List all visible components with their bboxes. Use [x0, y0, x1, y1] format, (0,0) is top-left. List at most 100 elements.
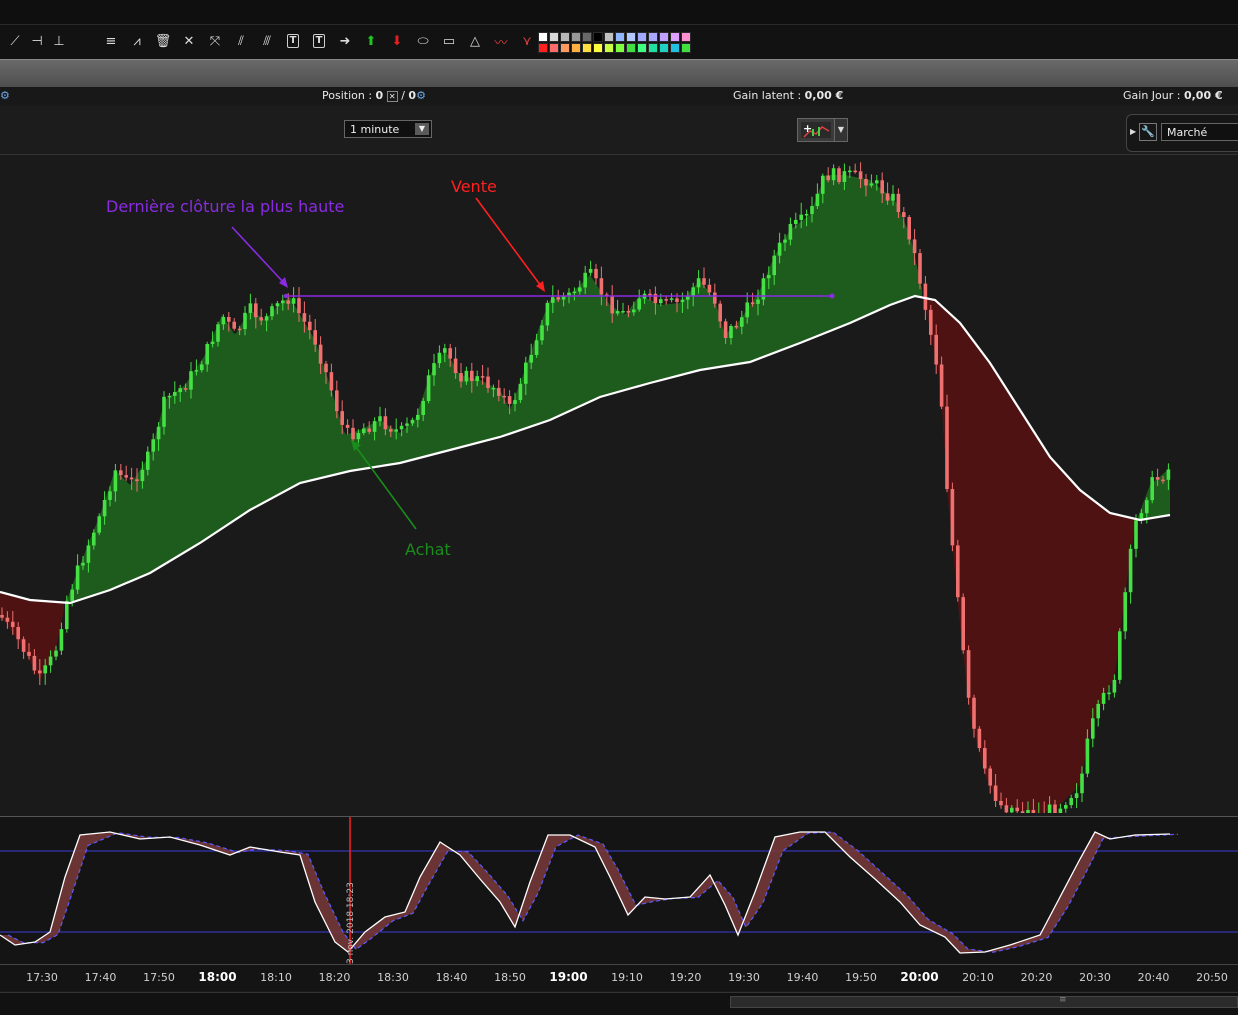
- color-swatch-top-13[interactable]: [681, 32, 691, 42]
- pattern2-icon[interactable]: ⋎: [516, 30, 538, 52]
- color-swatch-top-3[interactable]: [571, 32, 581, 42]
- color-swatch-top-9[interactable]: [637, 32, 647, 42]
- chevron-down-icon[interactable]: ▼: [415, 123, 429, 135]
- color-swatch-top-8[interactable]: [626, 32, 636, 42]
- candle-body: [437, 352, 442, 364]
- time-tick-label: 18:30: [377, 971, 409, 984]
- order-type-select[interactable]: Marché: [1161, 123, 1238, 141]
- color-swatch-bottom-7[interactable]: [615, 43, 625, 53]
- trash-icon-glyph: 🗑: [154, 33, 172, 49]
- rectangle-icon[interactable]: ▭: [438, 30, 460, 52]
- zigzag-icon[interactable]: ⩘: [126, 30, 148, 52]
- candle-body: [497, 387, 501, 396]
- text-icon[interactable]: T: [282, 30, 304, 52]
- gear-icon[interactable]: ⚙: [0, 89, 10, 102]
- time-tick-label: 19:50: [845, 971, 877, 984]
- color-swatch-bottom-8[interactable]: [626, 43, 636, 53]
- candle-body: [16, 627, 20, 640]
- candle-body: [799, 214, 803, 220]
- color-swatch-bottom-4[interactable]: [582, 43, 592, 53]
- color-swatch-bottom-6[interactable]: [604, 43, 614, 53]
- arrow-up-green-icon[interactable]: ⬆: [360, 30, 382, 52]
- color-swatch-bottom-5[interactable]: [593, 43, 603, 53]
- color-swatch-top-4[interactable]: [582, 32, 592, 42]
- arrow-cross-icon[interactable]: ⤧: [204, 30, 226, 52]
- candle-body: [659, 299, 663, 304]
- color-swatch-top-2[interactable]: [560, 32, 570, 42]
- color-swatch-bottom-12[interactable]: [670, 43, 680, 53]
- color-swatch-bottom-3[interactable]: [571, 43, 581, 53]
- arrow-right-icon[interactable]: ➜: [334, 30, 356, 52]
- candle-body: [583, 272, 587, 288]
- stochastic-oscillator-panel[interactable]: [0, 816, 1238, 965]
- price-chart[interactable]: Dernière clôture la plus haute Vente Ach…: [0, 155, 1238, 817]
- highest-close-end-point: [829, 293, 835, 299]
- color-swatch-top-5[interactable]: [593, 32, 603, 42]
- candle-body: [232, 321, 236, 329]
- candle-body: [551, 297, 555, 303]
- tools-icon-glyph: ✕: [183, 33, 195, 49]
- channel-icon[interactable]: ⫽: [230, 30, 252, 52]
- candle-body: [983, 748, 987, 769]
- candle-body: [1010, 807, 1014, 813]
- color-swatch-bottom-10[interactable]: [648, 43, 658, 53]
- pattern-icon-glyph: 〰: [494, 35, 508, 51]
- candle-body: [70, 589, 74, 601]
- pattern2-icon-glyph: ⋎: [522, 33, 532, 49]
- candle-body: [988, 768, 992, 786]
- color-swatch-top-0[interactable]: [538, 32, 548, 42]
- text-anchor-icon[interactable]: T: [308, 30, 330, 52]
- candle-body: [1031, 809, 1036, 817]
- candle-body: [48, 656, 53, 666]
- triangle-icon[interactable]: △: [464, 30, 486, 52]
- candle-body: [156, 426, 161, 440]
- scrollbar-thumb[interactable]: ≡: [730, 995, 1238, 1008]
- trash-icon[interactable]: 🗑: [152, 30, 174, 52]
- highest-close-annotation: Dernière clôture la plus haute: [106, 197, 345, 216]
- color-swatch-top-6[interactable]: [604, 32, 614, 42]
- candle-body: [1101, 692, 1106, 704]
- arrow-down-red-icon[interactable]: ⬇: [386, 30, 408, 52]
- chart-header-bar: [0, 59, 1238, 88]
- color-swatch-bottom-1[interactable]: [549, 43, 559, 53]
- expand-panel-icon[interactable]: ▶: [1130, 127, 1136, 136]
- add-indicator-button[interactable]: +: [797, 118, 835, 142]
- cursor-date-label: 3 nov. 2018 18:23: [346, 882, 356, 964]
- time-axis[interactable]: 17:30 17:40 17:50 18:00 18:10 18:20 18:30 18:40…: [0, 964, 1238, 991]
- color-swatch-top-1[interactable]: [549, 32, 559, 42]
- line-tool-icon[interactable]: ⟋: [4, 30, 26, 52]
- candle-body: [59, 629, 64, 651]
- color-swatch-bottom-11[interactable]: [659, 43, 669, 53]
- vertical-line-icon[interactable]: ⊥: [48, 30, 70, 52]
- color-swatch-bottom-9[interactable]: [637, 43, 647, 53]
- color-swatch-bottom-13[interactable]: [681, 43, 691, 53]
- candle-body: [432, 363, 436, 376]
- time-tick-label: 18:00: [198, 970, 237, 984]
- candle-body: [189, 371, 193, 390]
- candle-body: [27, 651, 31, 656]
- color-swatch-top-10[interactable]: [648, 32, 658, 42]
- close-position-icon[interactable]: ✕: [386, 90, 398, 102]
- timeframe-select[interactable]: 1 minute ▼: [344, 120, 432, 138]
- candle-body: [464, 370, 469, 382]
- fibonacci-icon[interactable]: ≡: [100, 30, 122, 52]
- candle-body: [1150, 477, 1154, 501]
- ellipse-icon[interactable]: ⬭: [412, 30, 434, 52]
- color-swatch-top-11[interactable]: [659, 32, 669, 42]
- pattern-icon[interactable]: 〰: [490, 30, 512, 52]
- candle-body: [237, 328, 242, 331]
- candle-body: [1064, 805, 1068, 809]
- color-swatch-bottom-2[interactable]: [560, 43, 570, 53]
- wrench-icon[interactable]: 🔧: [1139, 123, 1157, 141]
- tools-icon[interactable]: ✕: [178, 30, 200, 52]
- indicator-dropdown-chevron-icon[interactable]: ▼: [834, 118, 848, 142]
- parallel-lines-icon[interactable]: ⫻: [256, 30, 278, 52]
- color-swatch-top-12[interactable]: [670, 32, 680, 42]
- position-settings-gear-icon[interactable]: ⚙: [416, 89, 426, 102]
- candle-body: [410, 419, 415, 424]
- candle-body: [102, 499, 107, 517]
- color-swatch-bottom-0[interactable]: [538, 43, 548, 53]
- color-swatch-top-7[interactable]: [615, 32, 625, 42]
- candle-body: [108, 491, 112, 500]
- horizontal-line-icon[interactable]: ⊣: [26, 30, 48, 52]
